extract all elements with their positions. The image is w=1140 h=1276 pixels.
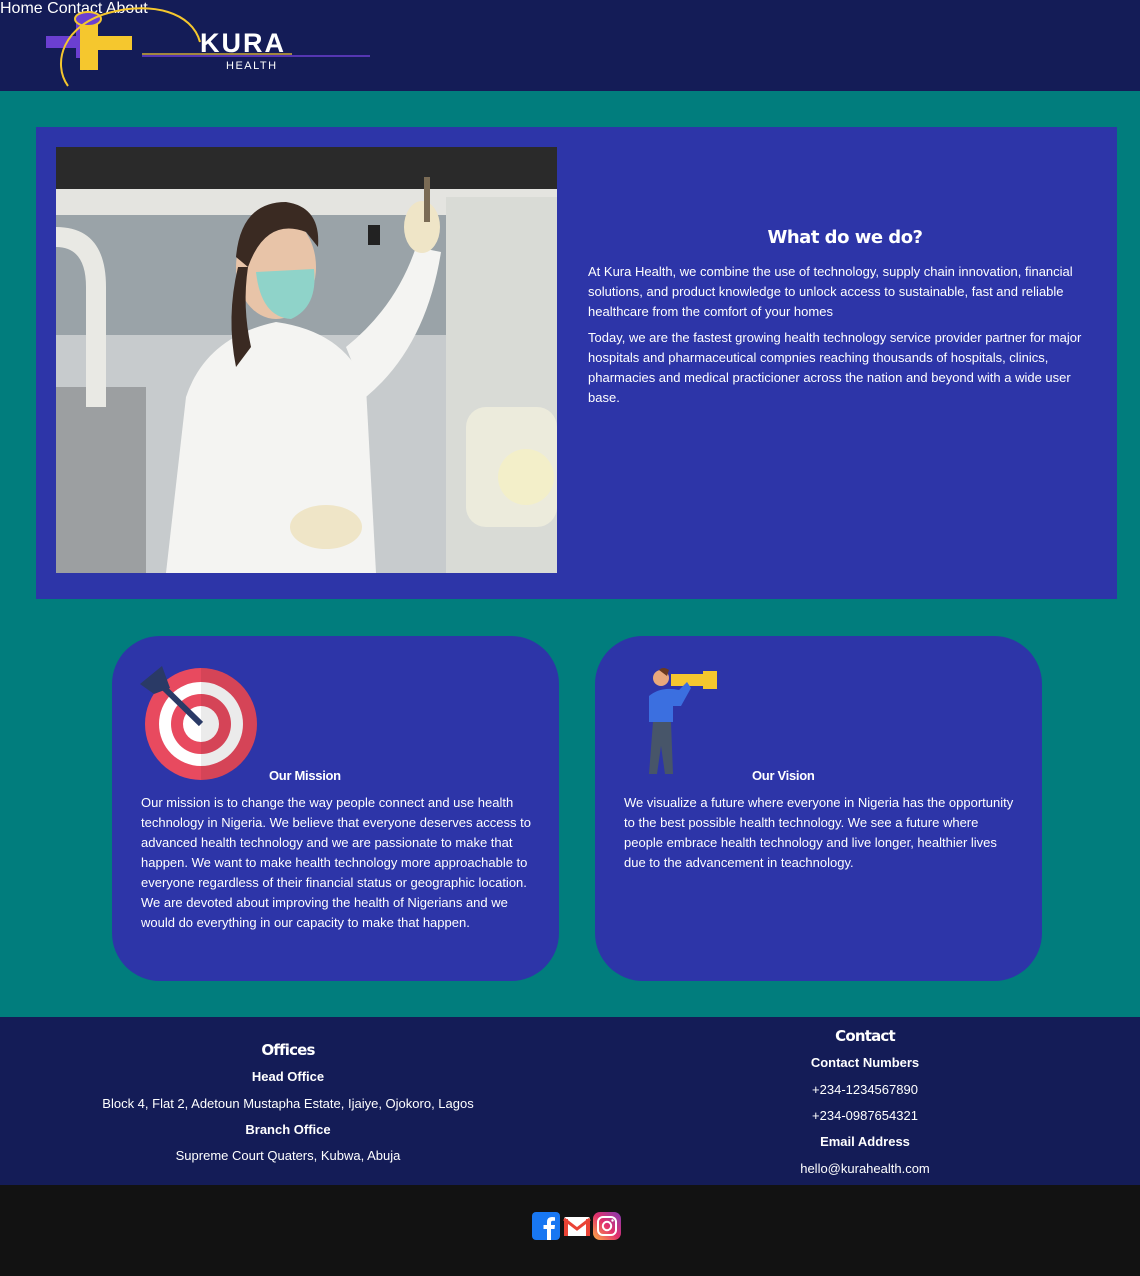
nav-home-link[interactable]: Home xyxy=(0,0,43,17)
mission-card: Our Mission Our mission is to change the… xyxy=(112,636,559,981)
phone-number-1[interactable]: +234-1234567890 xyxy=(705,1082,1025,1097)
head-office-label: Head Office xyxy=(251,1069,325,1084)
target-dart-icon xyxy=(140,664,260,789)
branch-office-address: Supreme Court Quaters, Kubwa, Abuja xyxy=(175,1148,401,1163)
contact-numbers-label: Contact Numbers xyxy=(810,1055,920,1070)
mission-title: Our Mission xyxy=(269,768,341,783)
head-office-address: Block 4, Flat 2, Adetoun Mustapha Estate… xyxy=(102,1096,474,1111)
logo-wordmark: KURA xyxy=(200,28,286,58)
contact-column: Contact Contact Numbers +234-1234567890 … xyxy=(705,1017,1025,1185)
instagram-icon[interactable] xyxy=(593,1212,621,1240)
telescope-person-icon xyxy=(643,666,723,783)
mission-body: Our mission is to change the way people … xyxy=(141,795,531,930)
contact-title: Contact xyxy=(835,1027,896,1045)
what-we-do-text: What do we do? At Kura Health, we combin… xyxy=(588,227,1102,414)
facebook-icon[interactable] xyxy=(532,1212,560,1240)
vision-card: Our Vision We visualize a future where e… xyxy=(595,636,1042,981)
kura-health-logo[interactable]: KURA HEALTH xyxy=(42,4,372,90)
email-address-link[interactable]: hello@kurahealth.com xyxy=(705,1161,1025,1176)
doctor-lab-photo xyxy=(56,147,557,573)
offices-column: Offices Head Office Block 4, Flat 2, Ade… xyxy=(80,1017,496,1185)
vision-body: We visualize a future where everyone in … xyxy=(624,795,1014,870)
offices-title: Offices xyxy=(261,1041,315,1059)
site-header: KURA HEALTH Home Contact About xyxy=(0,0,1140,91)
what-we-do-heading: What do we do? xyxy=(767,227,924,248)
what-we-do-paragraph-1: At Kura Health, we combine the use of te… xyxy=(588,264,1073,319)
what-we-do-paragraph-2: Today, we are the fastest growing health… xyxy=(588,330,1082,405)
what-we-do-section: What do we do? At Kura Health, we combin… xyxy=(36,127,1117,599)
phone-number-2[interactable]: +234-0987654321 xyxy=(705,1108,1025,1123)
social-bar xyxy=(0,1185,1140,1276)
site-footer: Offices Head Office Block 4, Flat 2, Ade… xyxy=(0,1017,1140,1185)
branch-office-label: Branch Office xyxy=(245,1122,331,1137)
gmail-icon[interactable] xyxy=(563,1212,591,1240)
email-address-label: Email Address xyxy=(820,1134,910,1149)
logo-tagline: HEALTH xyxy=(226,60,278,72)
vision-title: Our Vision xyxy=(752,768,815,783)
